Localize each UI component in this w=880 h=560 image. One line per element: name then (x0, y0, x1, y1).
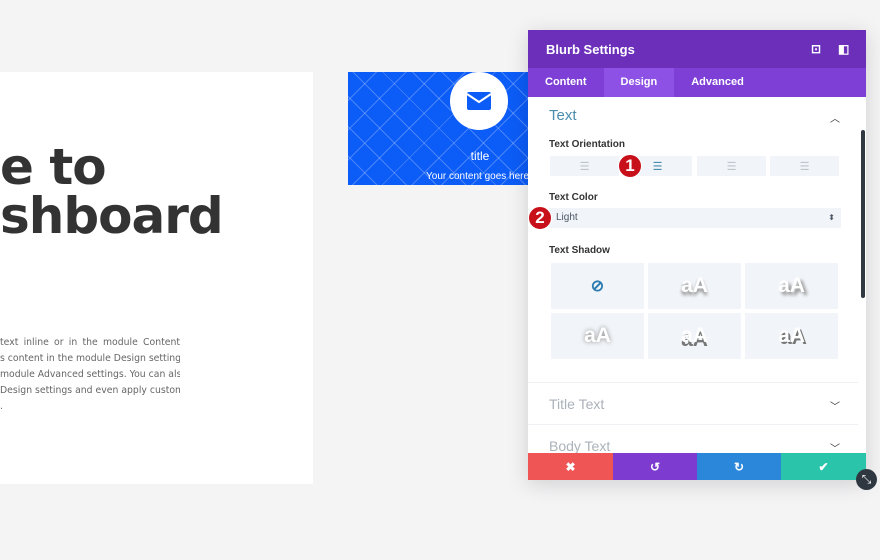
shadow-option-1[interactable]: aA (648, 263, 741, 309)
paragraph-line: Design settings and even apply custom (0, 385, 180, 396)
panel-title: Blurb Settings (546, 41, 635, 57)
fullscreen-icon[interactable]: ⊡ (811, 42, 821, 56)
orientation-left-button[interactable]: ☰ (550, 156, 619, 176)
panel-header: Blurb Settings ⊡ ◧ (528, 30, 866, 68)
paragraph-line: text inline or in the module Content (0, 337, 180, 348)
align-justify-icon: ☰ (799, 160, 810, 173)
shadow-option-5[interactable]: aA (745, 313, 838, 359)
shadow-option-3[interactable]: aA (551, 313, 644, 359)
paragraph-line: . (0, 401, 3, 412)
select-arrows-icon: ⬍ (828, 213, 835, 222)
paragraph-line: module Advanced settings. You can also (0, 369, 180, 380)
page-card: e to shboard (0, 72, 313, 484)
blurb-title: title (470, 149, 490, 163)
cancel-button[interactable]: ✖ (528, 453, 613, 480)
chevron-up-icon[interactable]: ︿ (830, 110, 840, 125)
check-icon: ✔ (818, 459, 829, 474)
text-shadow-label: Text Shadow (549, 245, 610, 256)
save-button[interactable]: ✔ (781, 453, 866, 480)
text-color-value: Light (556, 212, 578, 223)
scrollbar[interactable] (861, 130, 865, 298)
redo-icon: ↻ (733, 459, 745, 474)
section-text-header[interactable]: Text (549, 107, 577, 124)
orientation-justify-button[interactable]: ☰ (770, 156, 839, 176)
text-orientation-label: Text Orientation (549, 139, 625, 150)
undo-icon: ↺ (649, 459, 661, 474)
section-body-text-header[interactable]: Body Text (549, 438, 610, 454)
redo-button[interactable]: ↻ (697, 453, 781, 480)
sidebar-toggle-icon[interactable]: ◧ (838, 42, 849, 56)
annotation-badge-2: 2 (528, 206, 552, 230)
annotation-badge-1: 1 (618, 154, 642, 178)
orientation-right-button[interactable]: ☰ (697, 156, 766, 176)
align-center-icon: ☰ (652, 160, 663, 173)
envelope-icon (450, 72, 508, 130)
resize-handle-icon[interactable]: ⤡ (856, 469, 877, 490)
body-paragraph: text inline or in the module Content s c… (0, 335, 180, 415)
paragraph-line: s content in the module Design settings (0, 353, 180, 364)
blurb-content: Your content goes here (426, 171, 530, 182)
divider (528, 424, 858, 425)
shadow-none-option[interactable]: ⊘ (551, 263, 644, 309)
tab-advanced[interactable]: Advanced (674, 68, 761, 97)
shadow-option-2[interactable]: aA (745, 263, 838, 309)
heading-line-2: shboard (0, 187, 224, 245)
chevron-down-icon[interactable]: ﹀ (830, 398, 840, 413)
close-icon: ✖ (565, 459, 576, 474)
text-color-select[interactable]: Light ⬍ (549, 208, 841, 228)
undo-button[interactable]: ↺ (613, 453, 697, 480)
section-title-text-header[interactable]: Title Text (549, 396, 604, 412)
shadow-option-4[interactable]: aA (648, 313, 741, 359)
blurb-module[interactable]: title Your content goes here (348, 72, 530, 185)
align-left-icon: ☰ (579, 160, 590, 173)
text-color-label: Text Color (549, 192, 598, 203)
blurb-settings-panel: Blurb Settings ⊡ ◧ Content Design Advanc… (528, 30, 866, 480)
tab-design[interactable]: Design (603, 68, 675, 97)
tab-bar: Content Design Advanced (528, 68, 866, 97)
no-shadow-icon: ⊘ (590, 278, 605, 295)
divider (528, 382, 858, 383)
tab-content[interactable]: Content (528, 68, 604, 97)
align-right-icon: ☰ (726, 160, 737, 173)
